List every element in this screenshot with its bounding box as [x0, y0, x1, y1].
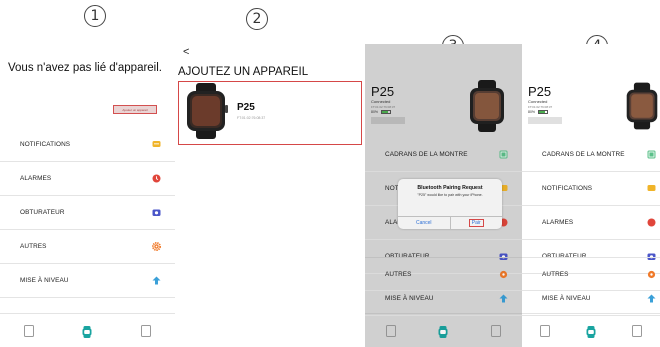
menu-item-label: NOTIFICATIONS [20, 141, 71, 148]
bluetooth-pairing-dialog: Bluetooth Pairing Request "P25" would li… [398, 179, 502, 229]
tab-profile-icon[interactable] [632, 324, 643, 337]
tab-bar [0, 313, 175, 347]
battery-status: 80% [528, 110, 549, 114]
tab-bar [522, 313, 660, 347]
page-title: AJOUTEZ UN APPAREIL [178, 66, 309, 78]
screen-add-device: < AJOUTEZ UN APPAREIL P25 FT:01:02:76:08… [175, 44, 365, 347]
step-number-2: 2 [246, 8, 268, 30]
menu-item-label: MISE À NIVEAU [542, 295, 591, 302]
menu-item-label: ALARMES [20, 175, 52, 182]
chat-bubble-icon [647, 184, 656, 193]
upgrade-icon [152, 276, 161, 285]
smartwatch-icon [182, 82, 230, 144]
battery-percent: 80% [528, 110, 536, 114]
screen-no-device: Vous n'avez pas lié d'appareil. Ajouter … [0, 44, 175, 347]
device-card-p25[interactable]: P25 FT:01:02:76:08:37 [178, 81, 362, 145]
pair-button[interactable]: Pair [451, 217, 503, 229]
device-mac-address: FT:01:02:76:08:37 [528, 105, 553, 109]
menu-item-notifications[interactable]: NOTIFICATIONS [522, 172, 660, 206]
menu-item-other[interactable]: AUTRES [0, 230, 175, 264]
gear-icon [152, 242, 161, 251]
menu-item-alarms[interactable]: ALARMES [0, 162, 175, 196]
pair-button-label: Pair [468, 219, 484, 227]
chat-bubble-icon [152, 140, 161, 149]
menu-item-label: OBTURATEUR [20, 209, 65, 216]
tab-watch-icon[interactable] [81, 325, 93, 338]
menu-item-alarms[interactable]: ALARMES [522, 206, 660, 240]
tab-watch-icon[interactable] [585, 325, 597, 338]
upgrade-icon [647, 294, 656, 303]
menu-item-label: AUTRES [542, 270, 569, 278]
unbind-button[interactable] [528, 117, 562, 124]
tab-dial-icon[interactable] [539, 324, 550, 337]
menu-item-upgrade[interactable]: MISE À NIVEAU [0, 264, 175, 298]
menu-item-label: CADRANS DE LA MONTRE [542, 151, 625, 158]
step-number-1: 1 [84, 5, 106, 27]
menu-item-label: AUTRES [20, 243, 47, 250]
back-icon[interactable]: < [183, 46, 189, 58]
tab-dial-icon[interactable] [23, 324, 34, 337]
menu-item-upgrade[interactable]: MISE À NIVEAU [522, 282, 660, 316]
alarm-clock-icon [647, 218, 656, 227]
watch-face-icon [647, 150, 656, 159]
dialog-actions: Cancel Pair [398, 216, 502, 229]
menu-item-watch-faces[interactable]: CADRANS DE LA MONTRE [522, 138, 660, 172]
menu-item-label: MISE À NIVEAU [20, 277, 69, 284]
tab-profile-icon[interactable] [141, 324, 152, 337]
screen-pairing-request: P25 Connected FT:01:02:76:08:37 80% CADR… [365, 44, 522, 347]
menu-item-label: NOTIFICATIONS [542, 185, 593, 192]
no-device-message: Vous n'avez pas lié d'appareil. [8, 62, 162, 74]
menu-item-notifications[interactable]: NOTIFICATIONS [0, 128, 175, 162]
dialog-message: "P25" would like to pair with your iPhon… [417, 193, 483, 197]
camera-icon [152, 208, 161, 217]
menu-item-label: ALARMES [542, 219, 574, 226]
device-name: P25 [237, 102, 255, 113]
device-mac-address: FT:01:02:76:08:37 [237, 116, 266, 120]
connection-status: Connected [528, 99, 548, 104]
alarm-clock-icon [152, 174, 161, 183]
battery-icon [538, 110, 549, 114]
dialog-title: Bluetooth Pairing Request [417, 185, 483, 191]
screen-device-connected: P25 Connected FT:01:02:76:08:37 80% CADR… [522, 44, 660, 347]
menu-item-shutter[interactable]: OBTURATEUR [0, 196, 175, 230]
add-device-button[interactable]: Ajouter un appareil [113, 105, 157, 114]
smartwatch-icon [624, 80, 660, 137]
gear-icon [647, 270, 656, 279]
device-name: P25 [528, 84, 552, 99]
cancel-button[interactable]: Cancel [398, 217, 451, 229]
